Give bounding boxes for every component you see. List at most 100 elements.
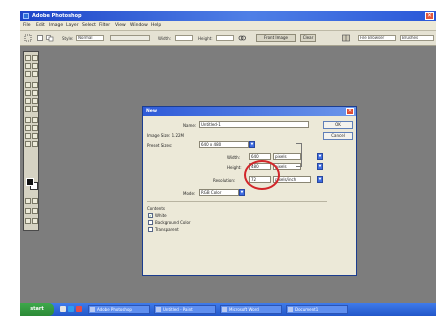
marquee-tool-icon[interactable] xyxy=(25,55,31,61)
height-unit-dropdown-arrow-icon[interactable]: ▼ xyxy=(317,163,323,170)
ok-button[interactable]: OK xyxy=(323,121,353,129)
preset-sizes-label: Preset Sizes: xyxy=(147,143,173,148)
contents-transparent-label: Transparent xyxy=(155,227,179,232)
highlight-annotation-circle xyxy=(244,160,280,190)
type-tool-icon[interactable] xyxy=(32,117,38,123)
menu-view[interactable]: View xyxy=(115,23,126,28)
window-close-button[interactable]: ✕ xyxy=(425,12,434,20)
preset-sizes-select[interactable]: 640 x 480 xyxy=(199,141,249,148)
gradient-tool-icon[interactable] xyxy=(32,98,38,104)
title-bar[interactable]: Adobe Photoshop ✕ xyxy=(20,11,436,21)
contents-heading: Contents xyxy=(147,206,165,211)
width-label: Width: xyxy=(158,36,171,41)
mode-label: Mode: xyxy=(183,191,196,196)
taskbar: start Adobe Photoshop Untitled - Paint M… xyxy=(20,303,436,316)
screen-mode-menubar-icon[interactable] xyxy=(32,218,38,224)
clone-stamp-tool-icon[interactable] xyxy=(25,90,31,96)
screen-mode-standard-icon[interactable] xyxy=(25,208,31,214)
brush-tool-icon[interactable] xyxy=(32,82,38,88)
path-selection-tool-icon[interactable] xyxy=(25,117,31,123)
link-icon[interactable] xyxy=(238,34,246,42)
dialog-title-bar[interactable]: New xyxy=(143,107,356,116)
width-unit-dropdown-arrow-icon[interactable]: ▼ xyxy=(317,153,323,160)
foreground-color-swatch[interactable] xyxy=(26,178,34,186)
photoshop-task-icon xyxy=(90,307,95,312)
jump-to-imageready-icon[interactable] xyxy=(25,218,31,224)
taskbar-button-paint[interactable]: Untitled - Paint xyxy=(154,305,216,314)
taskbar-button-label: Adobe Photoshop xyxy=(97,307,132,312)
style-select[interactable]: Normal xyxy=(76,35,104,41)
healing-brush-tool-icon[interactable] xyxy=(25,82,31,88)
mode-select[interactable]: RGB Color xyxy=(199,189,239,196)
standard-mode-icon[interactable] xyxy=(25,198,31,204)
menu-filter[interactable]: Filter xyxy=(99,23,110,28)
contents-background-color-radio[interactable] xyxy=(148,220,153,225)
contents-transparent-radio[interactable] xyxy=(148,227,153,232)
front-image-button[interactable]: Front Image xyxy=(256,34,296,42)
brushes-tab[interactable]: Brushes xyxy=(400,35,434,41)
image-size-label: Image Size: 1.22M xyxy=(147,133,184,138)
start-button[interactable]: start xyxy=(20,303,54,316)
menu-edit[interactable]: Edit xyxy=(36,23,45,28)
paint-task-icon xyxy=(156,307,161,312)
height-field[interactable] xyxy=(216,35,234,41)
options-bar: Style: Normal Width: Height: Front Image… xyxy=(20,31,436,46)
taskbar-button-word[interactable]: Microsoft Word xyxy=(220,305,282,314)
file-browser-tab[interactable]: File Browser xyxy=(358,35,396,41)
dodge-tool-icon[interactable] xyxy=(32,106,38,112)
photoshop-app-icon xyxy=(23,13,29,19)
magic-wand-tool-icon[interactable] xyxy=(32,63,38,69)
menu-bar: File Edit Image Layer Select Filter View… xyxy=(20,21,436,31)
menu-window[interactable]: Window xyxy=(130,23,148,28)
pen-tool-icon[interactable] xyxy=(25,125,31,131)
eraser-tool-icon[interactable] xyxy=(25,98,31,104)
eyedropper-tool-icon[interactable] xyxy=(32,133,38,139)
move-tool-icon[interactable] xyxy=(32,55,38,61)
history-brush-tool-icon[interactable] xyxy=(32,90,38,96)
palette-well-icon[interactable] xyxy=(342,34,350,42)
quicklaunch-desktop-icon[interactable] xyxy=(60,306,66,312)
menu-image[interactable]: Image xyxy=(49,23,63,28)
menu-layer[interactable]: Layer xyxy=(66,23,79,28)
taskbar-button-label: Document1 xyxy=(295,307,319,312)
menu-select[interactable]: Select xyxy=(82,23,96,28)
menu-file[interactable]: File xyxy=(23,23,31,28)
marquee-tool-icon[interactable] xyxy=(24,34,32,42)
slice-tool-icon[interactable] xyxy=(32,71,38,77)
taskbar-button-label: Untitled - Paint xyxy=(163,307,193,312)
quicklaunch-browser-icon[interactable] xyxy=(68,306,74,312)
name-field[interactable]: Untitled-1 xyxy=(199,121,309,128)
width-field[interactable] xyxy=(175,35,193,41)
menu-help[interactable]: Help xyxy=(151,23,161,28)
add-selection-icon[interactable] xyxy=(46,34,54,42)
mode-dropdown-arrow-icon[interactable]: ▼ xyxy=(239,189,245,196)
hand-tool-icon[interactable] xyxy=(25,141,31,147)
clear-button[interactable]: Clear xyxy=(300,34,316,42)
crop-tool-icon[interactable] xyxy=(25,71,31,77)
constrain-link-icon xyxy=(296,143,302,167)
cancel-button[interactable]: Cancel xyxy=(323,132,353,140)
contents-white-label: White xyxy=(155,213,167,218)
quick-mask-mode-icon[interactable] xyxy=(32,198,38,204)
blur-tool-icon[interactable] xyxy=(25,106,31,112)
dialog-close-button[interactable]: ✕ xyxy=(346,108,354,115)
taskbar-button-label: Microsoft Word xyxy=(229,307,259,312)
preset-dropdown-arrow-icon[interactable]: ▼ xyxy=(249,141,255,148)
width-field[interactable]: 640 xyxy=(249,153,271,160)
lasso-tool-icon[interactable] xyxy=(25,63,31,69)
new-selection-icon[interactable] xyxy=(36,34,44,42)
taskbar-button-photoshop[interactable]: Adobe Photoshop xyxy=(88,305,150,314)
section-divider xyxy=(147,201,327,202)
feather-field[interactable] xyxy=(110,35,150,41)
contents-white-radio[interactable]: ✓ xyxy=(148,213,153,218)
notes-tool-icon[interactable] xyxy=(25,133,31,139)
height-label: Height: xyxy=(227,165,242,170)
quicklaunch-media-icon[interactable] xyxy=(76,306,82,312)
shape-tool-icon[interactable] xyxy=(32,125,38,131)
name-label: Name: xyxy=(183,123,197,128)
zoom-tool-icon[interactable] xyxy=(32,141,38,147)
resolution-unit-dropdown-arrow-icon[interactable]: ▼ xyxy=(317,176,323,183)
resolution-label: Resolution: xyxy=(213,178,236,183)
screen-mode-full-icon[interactable] xyxy=(32,208,38,214)
taskbar-button-document[interactable]: Document1 xyxy=(286,305,348,314)
